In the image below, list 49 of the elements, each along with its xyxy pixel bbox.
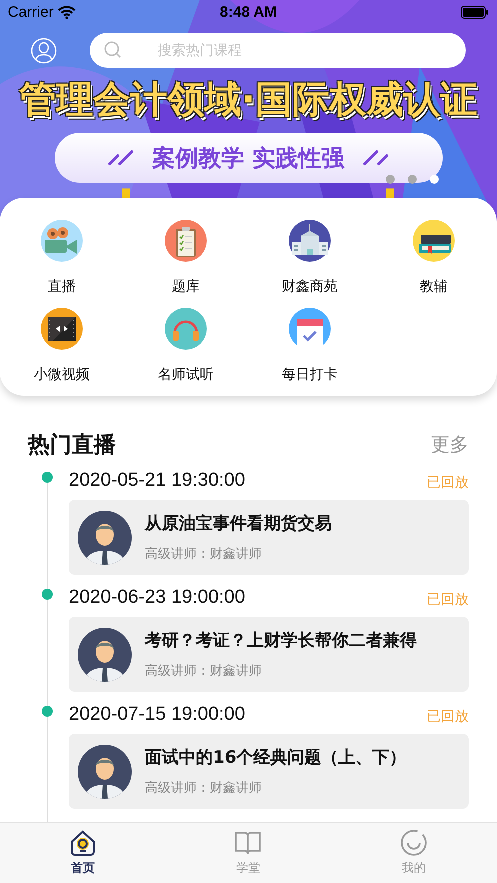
live-title: 从原油宝事件看期货交易 <box>145 513 332 535</box>
category-label[interactable]: 直播 <box>48 278 76 296</box>
user-icon[interactable] <box>31 38 57 64</box>
category-label[interactable]: 财鑫商苑 <box>282 278 338 296</box>
tab[interactable]: 首页 <box>42 823 123 883</box>
section-title: 热门直播 <box>28 432 116 460</box>
replay-status: 已回放 <box>427 474 469 492</box>
carrier-label: Carrier <box>8 4 54 21</box>
timeline-dot <box>42 706 53 717</box>
timeline-dot <box>42 472 53 483</box>
category-label[interactable]: 小微视频 <box>34 366 90 384</box>
teacher-label: 高级讲师：财鑫讲师 <box>145 546 263 563</box>
headphones-icon[interactable] <box>165 308 207 350</box>
book-icon <box>234 829 262 857</box>
teacher-label: 高级讲师：财鑫讲师 <box>145 780 263 797</box>
banner-tagline: 案例教学 实践性强 <box>152 144 344 174</box>
battery-icon <box>461 6 489 19</box>
replay-status: 已回放 <box>427 591 469 609</box>
building-icon[interactable] <box>289 220 331 262</box>
home-icon <box>68 829 97 857</box>
live-date: 2020-07-15 19:00:00 <box>69 704 246 726</box>
banner-headline: 管理会计领域·国际权威认证 <box>18 77 479 123</box>
replay-status: 已回放 <box>427 708 469 726</box>
live-card[interactable]: 从原油宝事件看期货交易 高级讲师：财鑫讲师 <box>69 500 469 575</box>
wifi-icon <box>58 6 76 19</box>
clock-time: 8:48 AM <box>219 4 278 21</box>
books-icon[interactable] <box>413 220 455 262</box>
film-icon[interactable] <box>41 308 83 350</box>
teacher-label: 高级讲师：财鑫讲师 <box>145 663 263 680</box>
avatar-icon <box>78 744 132 798</box>
search-field[interactable]: 搜索热门课程 <box>90 33 466 68</box>
avatar-icon <box>78 510 132 564</box>
avatar-icon <box>78 628 132 682</box>
category-label[interactable]: 名师试听 <box>158 366 214 384</box>
category-label[interactable]: 教辅 <box>420 278 448 296</box>
category-label[interactable]: 题库 <box>172 278 200 296</box>
camera-icon[interactable] <box>41 220 83 262</box>
search-icon <box>104 41 122 59</box>
smiley-icon <box>400 829 428 857</box>
live-date: 2020-05-21 19:30:00 <box>69 470 246 492</box>
live-card[interactable]: 考研？考证？上财学长帮你二者兼得 高级讲师：财鑫讲师 <box>69 617 469 692</box>
timeline-dot <box>42 589 53 600</box>
clipboard-icon[interactable] <box>165 220 207 262</box>
live-card[interactable]: 面试中的16个经典问题（上、下） 高级讲师：财鑫讲师 <box>69 734 469 809</box>
calendar-icon[interactable] <box>289 308 331 350</box>
live-title: 面试中的16个经典问题（上、下） <box>145 747 407 769</box>
category-label[interactable]: 每日打卡 <box>282 366 338 384</box>
live-date: 2020-06-23 19:00:00 <box>69 587 246 609</box>
live-title: 考研？考证？上财学长帮你二者兼得 <box>145 630 417 652</box>
